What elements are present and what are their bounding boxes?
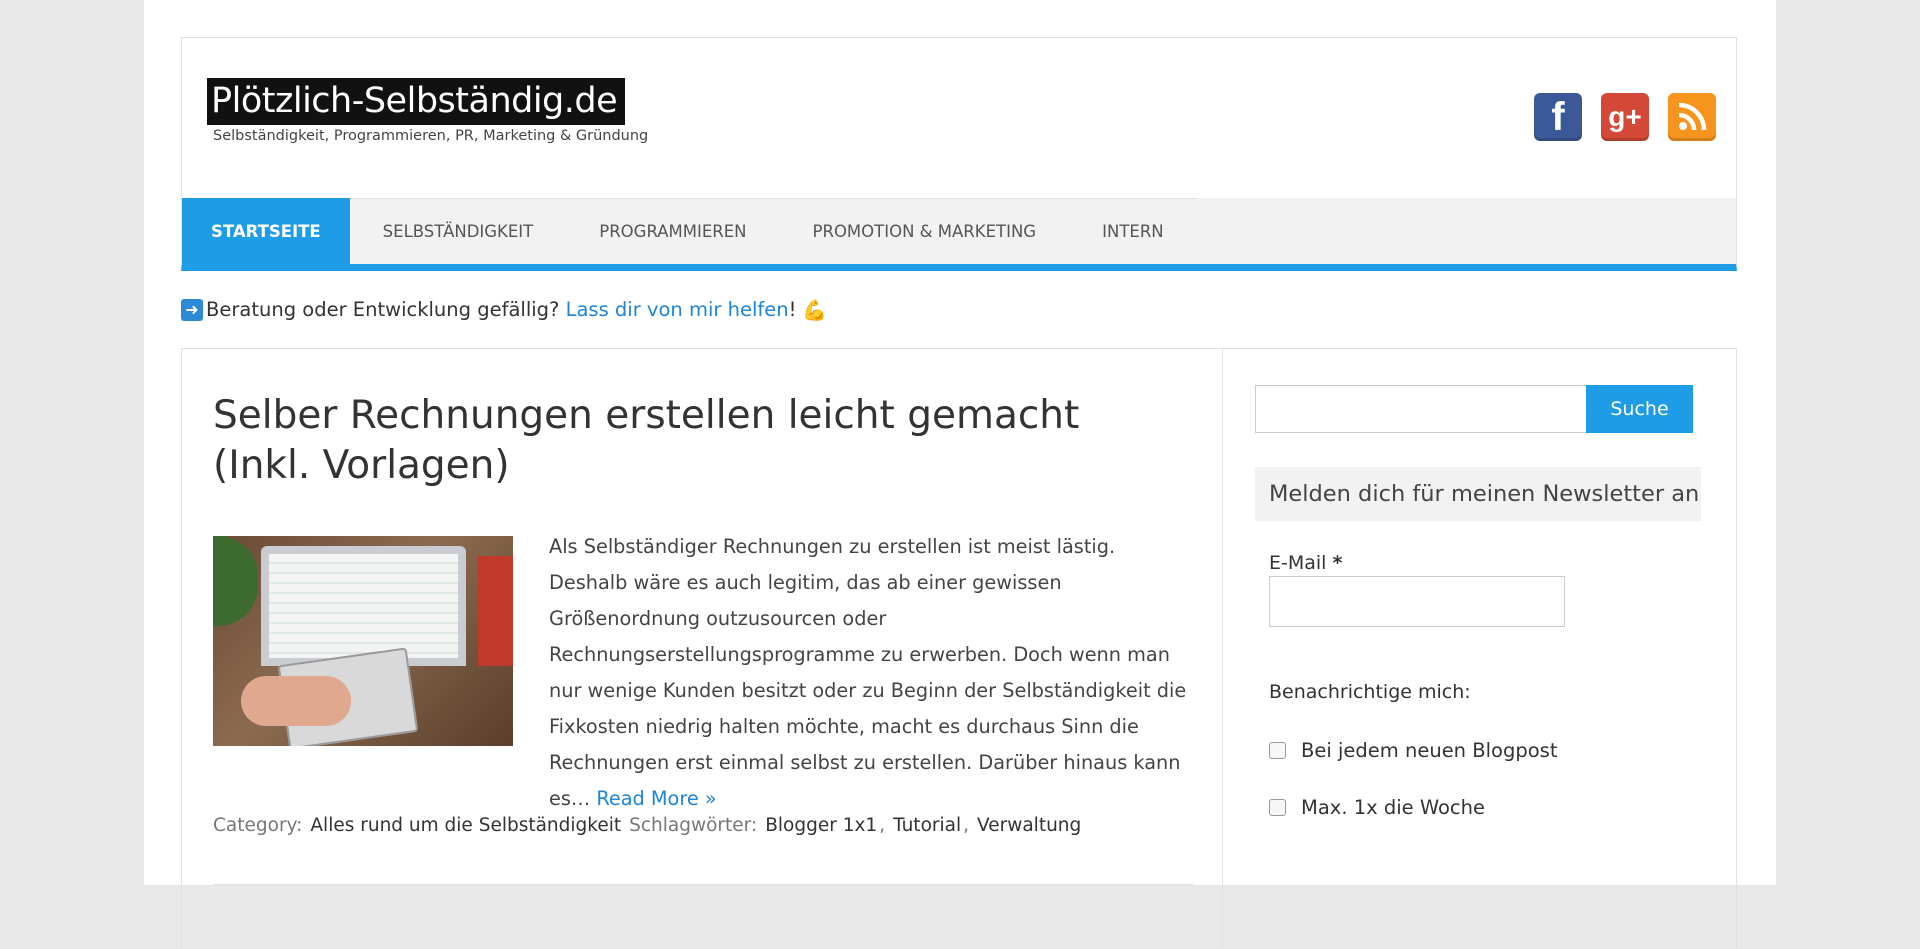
tag-link[interactable]: Verwaltung bbox=[977, 815, 1081, 836]
checkbox[interactable] bbox=[1269, 799, 1286, 816]
page: Plötzlich-Selbständig.de Selbständigkeit… bbox=[144, 0, 1776, 949]
email-label-text: E-Mail bbox=[1269, 552, 1327, 574]
nav-item-promotion-marketing[interactable]: Promotion & Marketing bbox=[779, 198, 1070, 264]
nav-item-programmieren[interactable]: Programmieren bbox=[566, 198, 780, 264]
notify-label: Benachrichtige mich: bbox=[1269, 681, 1471, 703]
excerpt-text: Als Selbständiger Rechnungen zu erstelle… bbox=[549, 535, 1187, 810]
search-button[interactable]: Suche bbox=[1586, 385, 1693, 433]
checkbox[interactable] bbox=[1269, 742, 1286, 759]
facebook-icon[interactable]: f bbox=[1534, 93, 1582, 141]
option-every-post[interactable]: Bei jedem neuen Blogpost bbox=[1269, 739, 1557, 762]
nav-item-startseite[interactable]: Startseite bbox=[182, 198, 350, 264]
read-more-link[interactable]: Read More » bbox=[596, 787, 716, 810]
arrow-right-icon: ➜ bbox=[181, 298, 203, 321]
main-navigation: Startseite Selbständigkeit Programmieren… bbox=[181, 198, 1737, 271]
flexed-biceps-icon: 💪 bbox=[802, 297, 828, 322]
search-input[interactable] bbox=[1255, 385, 1587, 433]
notice-bar: ➜ Beratung oder Entwicklung gefällig? La… bbox=[181, 271, 1737, 348]
newsletter-title: Melden dich für meinen Newsletter an bbox=[1255, 467, 1701, 521]
email-field[interactable] bbox=[1269, 576, 1565, 627]
notice-suffix: ! bbox=[788, 298, 797, 321]
post-title[interactable]: Selber Rechnungen erstellen leicht gemac… bbox=[213, 391, 1173, 491]
category-label: Category: bbox=[213, 815, 303, 836]
sidebar: Suche Melden dich für meinen Newsletter … bbox=[1223, 349, 1736, 949]
post-meta: Category: Alles rund um die Selbständigk… bbox=[213, 815, 1082, 836]
social-links: f g+ bbox=[1534, 93, 1716, 141]
site-wrapper: Plötzlich-Selbständig.de Selbständigkeit… bbox=[181, 37, 1737, 949]
tag-link[interactable]: Tutorial bbox=[893, 815, 961, 836]
main-area: Selber Rechnungen erstellen leicht gemac… bbox=[181, 348, 1737, 949]
rss-icon[interactable] bbox=[1668, 93, 1716, 141]
google-plus-icon[interactable]: g+ bbox=[1601, 93, 1649, 141]
option-label: Max. 1x die Woche bbox=[1301, 796, 1485, 819]
nav-item-intern[interactable]: Intern bbox=[1069, 198, 1197, 264]
notice-text: Beratung oder Entwicklung gefällig? bbox=[206, 298, 560, 321]
post-thumbnail[interactable] bbox=[213, 536, 513, 746]
email-label: E-Mail * bbox=[1269, 552, 1342, 574]
logo-title: Plötzlich-Selbständig.de bbox=[207, 78, 626, 125]
required-marker: * bbox=[1332, 552, 1343, 574]
site-header: Plötzlich-Selbständig.de Selbständigkeit… bbox=[181, 37, 1737, 198]
tags-label: Schlagwörter: bbox=[629, 815, 758, 836]
tag-link[interactable]: Blogger 1x1 bbox=[765, 815, 877, 836]
category-link[interactable]: Alles rund um die Selbständigkeit bbox=[310, 815, 621, 836]
content-column: Selber Rechnungen erstellen leicht gemac… bbox=[182, 349, 1223, 949]
post-excerpt: Als Selbständiger Rechnungen zu erstelle… bbox=[549, 529, 1189, 817]
option-label: Bei jedem neuen Blogpost bbox=[1301, 739, 1558, 762]
option-weekly[interactable]: Max. 1x die Woche bbox=[1269, 796, 1485, 819]
site-logo[interactable]: Plötzlich-Selbständig.de Selbständigkeit… bbox=[207, 78, 648, 144]
notice-link[interactable]: Lass dir von mir helfen bbox=[566, 298, 789, 321]
nav-item-selbstaendigkeit[interactable]: Selbständigkeit bbox=[349, 198, 567, 264]
logo-subtitle: Selbständigkeit, Programmieren, PR, Mark… bbox=[213, 128, 649, 144]
